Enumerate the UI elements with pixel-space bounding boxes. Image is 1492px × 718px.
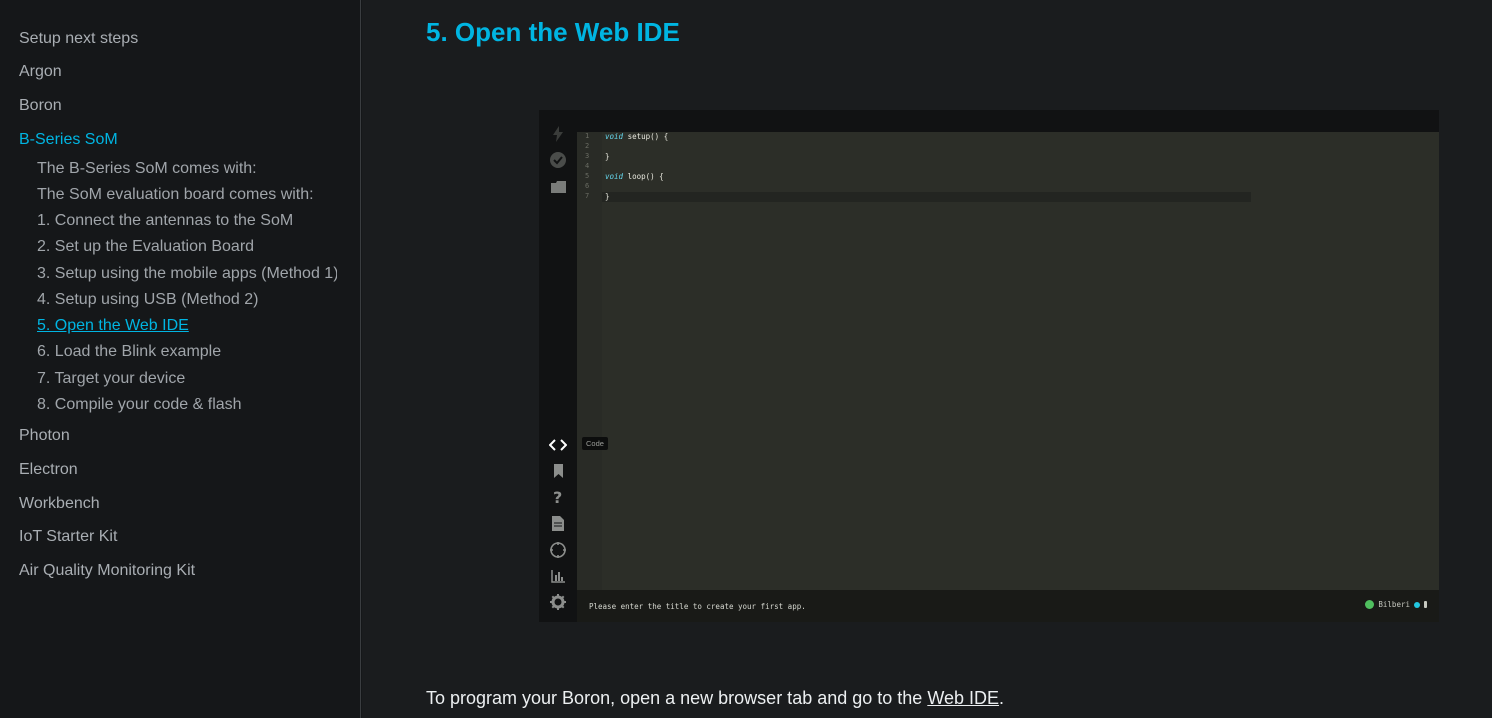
sidebar-item-argon[interactable]: Argon bbox=[19, 63, 62, 81]
sidebar-item-photon[interactable]: Photon bbox=[19, 427, 70, 445]
sidebar-subitem-compile-flash[interactable]: 8. Compile your code & flash bbox=[37, 396, 337, 414]
sidebar-item-air-quality-kit[interactable]: Air Quality Monitoring Kit bbox=[19, 562, 195, 580]
ide-line-number: 1 bbox=[585, 132, 590, 140]
help-icon: ? bbox=[549, 488, 567, 506]
ide-code-line: } bbox=[605, 192, 610, 201]
folder-icon bbox=[549, 178, 567, 196]
intro-paragraph: To program your Boron, open a new browse… bbox=[426, 688, 1004, 709]
pin-icon bbox=[1424, 601, 1427, 608]
sidebar-item-b-series-som[interactable]: B-Series SoM bbox=[19, 131, 118, 149]
code-icon bbox=[549, 436, 567, 454]
sidebar-nav: Setup next steps Argon Boron B-Series So… bbox=[0, 0, 361, 718]
devices-icon bbox=[549, 541, 567, 559]
verify-icon bbox=[549, 151, 567, 169]
web-ide-link[interactable]: Web IDE bbox=[927, 688, 999, 708]
ide-status-message: Please enter the title to create your fi… bbox=[589, 602, 806, 611]
ide-line-number: 3 bbox=[585, 152, 590, 160]
ide-code-line: void setup() { bbox=[605, 132, 668, 141]
sidebar-subitem-target-device[interactable]: 7. Target your device bbox=[37, 370, 337, 388]
flash-icon bbox=[549, 125, 567, 143]
svg-text:?: ? bbox=[553, 489, 562, 505]
code-text: loop() { bbox=[623, 172, 664, 181]
ide-gutter bbox=[577, 132, 602, 590]
ide-tooltip: Code bbox=[582, 437, 608, 450]
sidebar-subitem-open-web-ide[interactable]: 5. Open the Web IDE bbox=[37, 317, 337, 335]
paragraph-suffix: . bbox=[999, 688, 1005, 708]
sidebar-item-boron[interactable]: Boron bbox=[19, 97, 62, 115]
ide-code-line: } bbox=[605, 152, 610, 161]
ide-line-number: 4 bbox=[585, 162, 590, 170]
device-online-icon bbox=[1414, 601, 1420, 608]
code-keyword: void bbox=[605, 132, 624, 141]
ide-line-number: 6 bbox=[585, 182, 590, 190]
sidebar-subitem-setup-eval-board[interactable]: 2. Set up the Evaluation Board bbox=[37, 238, 337, 256]
sidebar-subitem-connect-antennas[interactable]: 1. Connect the antennas to the SoM bbox=[37, 212, 337, 230]
bookmark-icon bbox=[549, 462, 567, 480]
sidebar-subitem-setup-usb[interactable]: 4. Setup using USB (Method 2) bbox=[37, 291, 337, 309]
ide-top-bar bbox=[577, 110, 1439, 132]
ide-user-indicator: Bilberi bbox=[1365, 600, 1427, 609]
code-keyword: void bbox=[605, 172, 624, 181]
code-text: setup() { bbox=[623, 132, 669, 141]
ide-active-line bbox=[602, 192, 1251, 202]
sidebar-item-setup-next-steps[interactable]: Setup next steps bbox=[19, 30, 138, 48]
user-status-icon bbox=[1365, 600, 1375, 609]
page-heading: 5. Open the Web IDE bbox=[426, 17, 680, 47]
sidebar-subitem-som-comes-with[interactable]: The B-Series SoM comes with: bbox=[37, 160, 337, 178]
main-content: 5. Open the Web IDE 1 2 3 4 5 6 7 void s… bbox=[362, 0, 1492, 718]
sidebar-subitem-setup-mobile-apps[interactable]: 3. Setup using the mobile apps (Method 1… bbox=[37, 265, 337, 283]
ide-line-number: 5 bbox=[585, 172, 590, 180]
sidebar-subitem-load-blink[interactable]: 6. Load the Blink example bbox=[37, 343, 337, 361]
sidebar-item-electron[interactable]: Electron bbox=[19, 461, 78, 479]
web-ide-screenshot: 1 2 3 4 5 6 7 void setup() { } void loop… bbox=[539, 110, 1439, 622]
sidebar-item-iot-starter-kit[interactable]: IoT Starter Kit bbox=[19, 528, 117, 546]
ide-line-number: 7 bbox=[585, 192, 590, 200]
settings-icon bbox=[549, 593, 567, 611]
docs-icon bbox=[549, 514, 567, 532]
console-icon bbox=[549, 567, 567, 585]
sidebar-item-workbench[interactable]: Workbench bbox=[19, 495, 100, 513]
paragraph-text: To program your Boron, open a new browse… bbox=[426, 688, 928, 708]
sidebar-subitem-eval-board-comes-with[interactable]: The SoM evaluation board comes with: bbox=[37, 186, 337, 204]
ide-line-number: 2 bbox=[585, 142, 590, 150]
ide-user-name: Bilberi bbox=[1378, 600, 1410, 609]
ide-code-line: void loop() { bbox=[605, 172, 664, 181]
